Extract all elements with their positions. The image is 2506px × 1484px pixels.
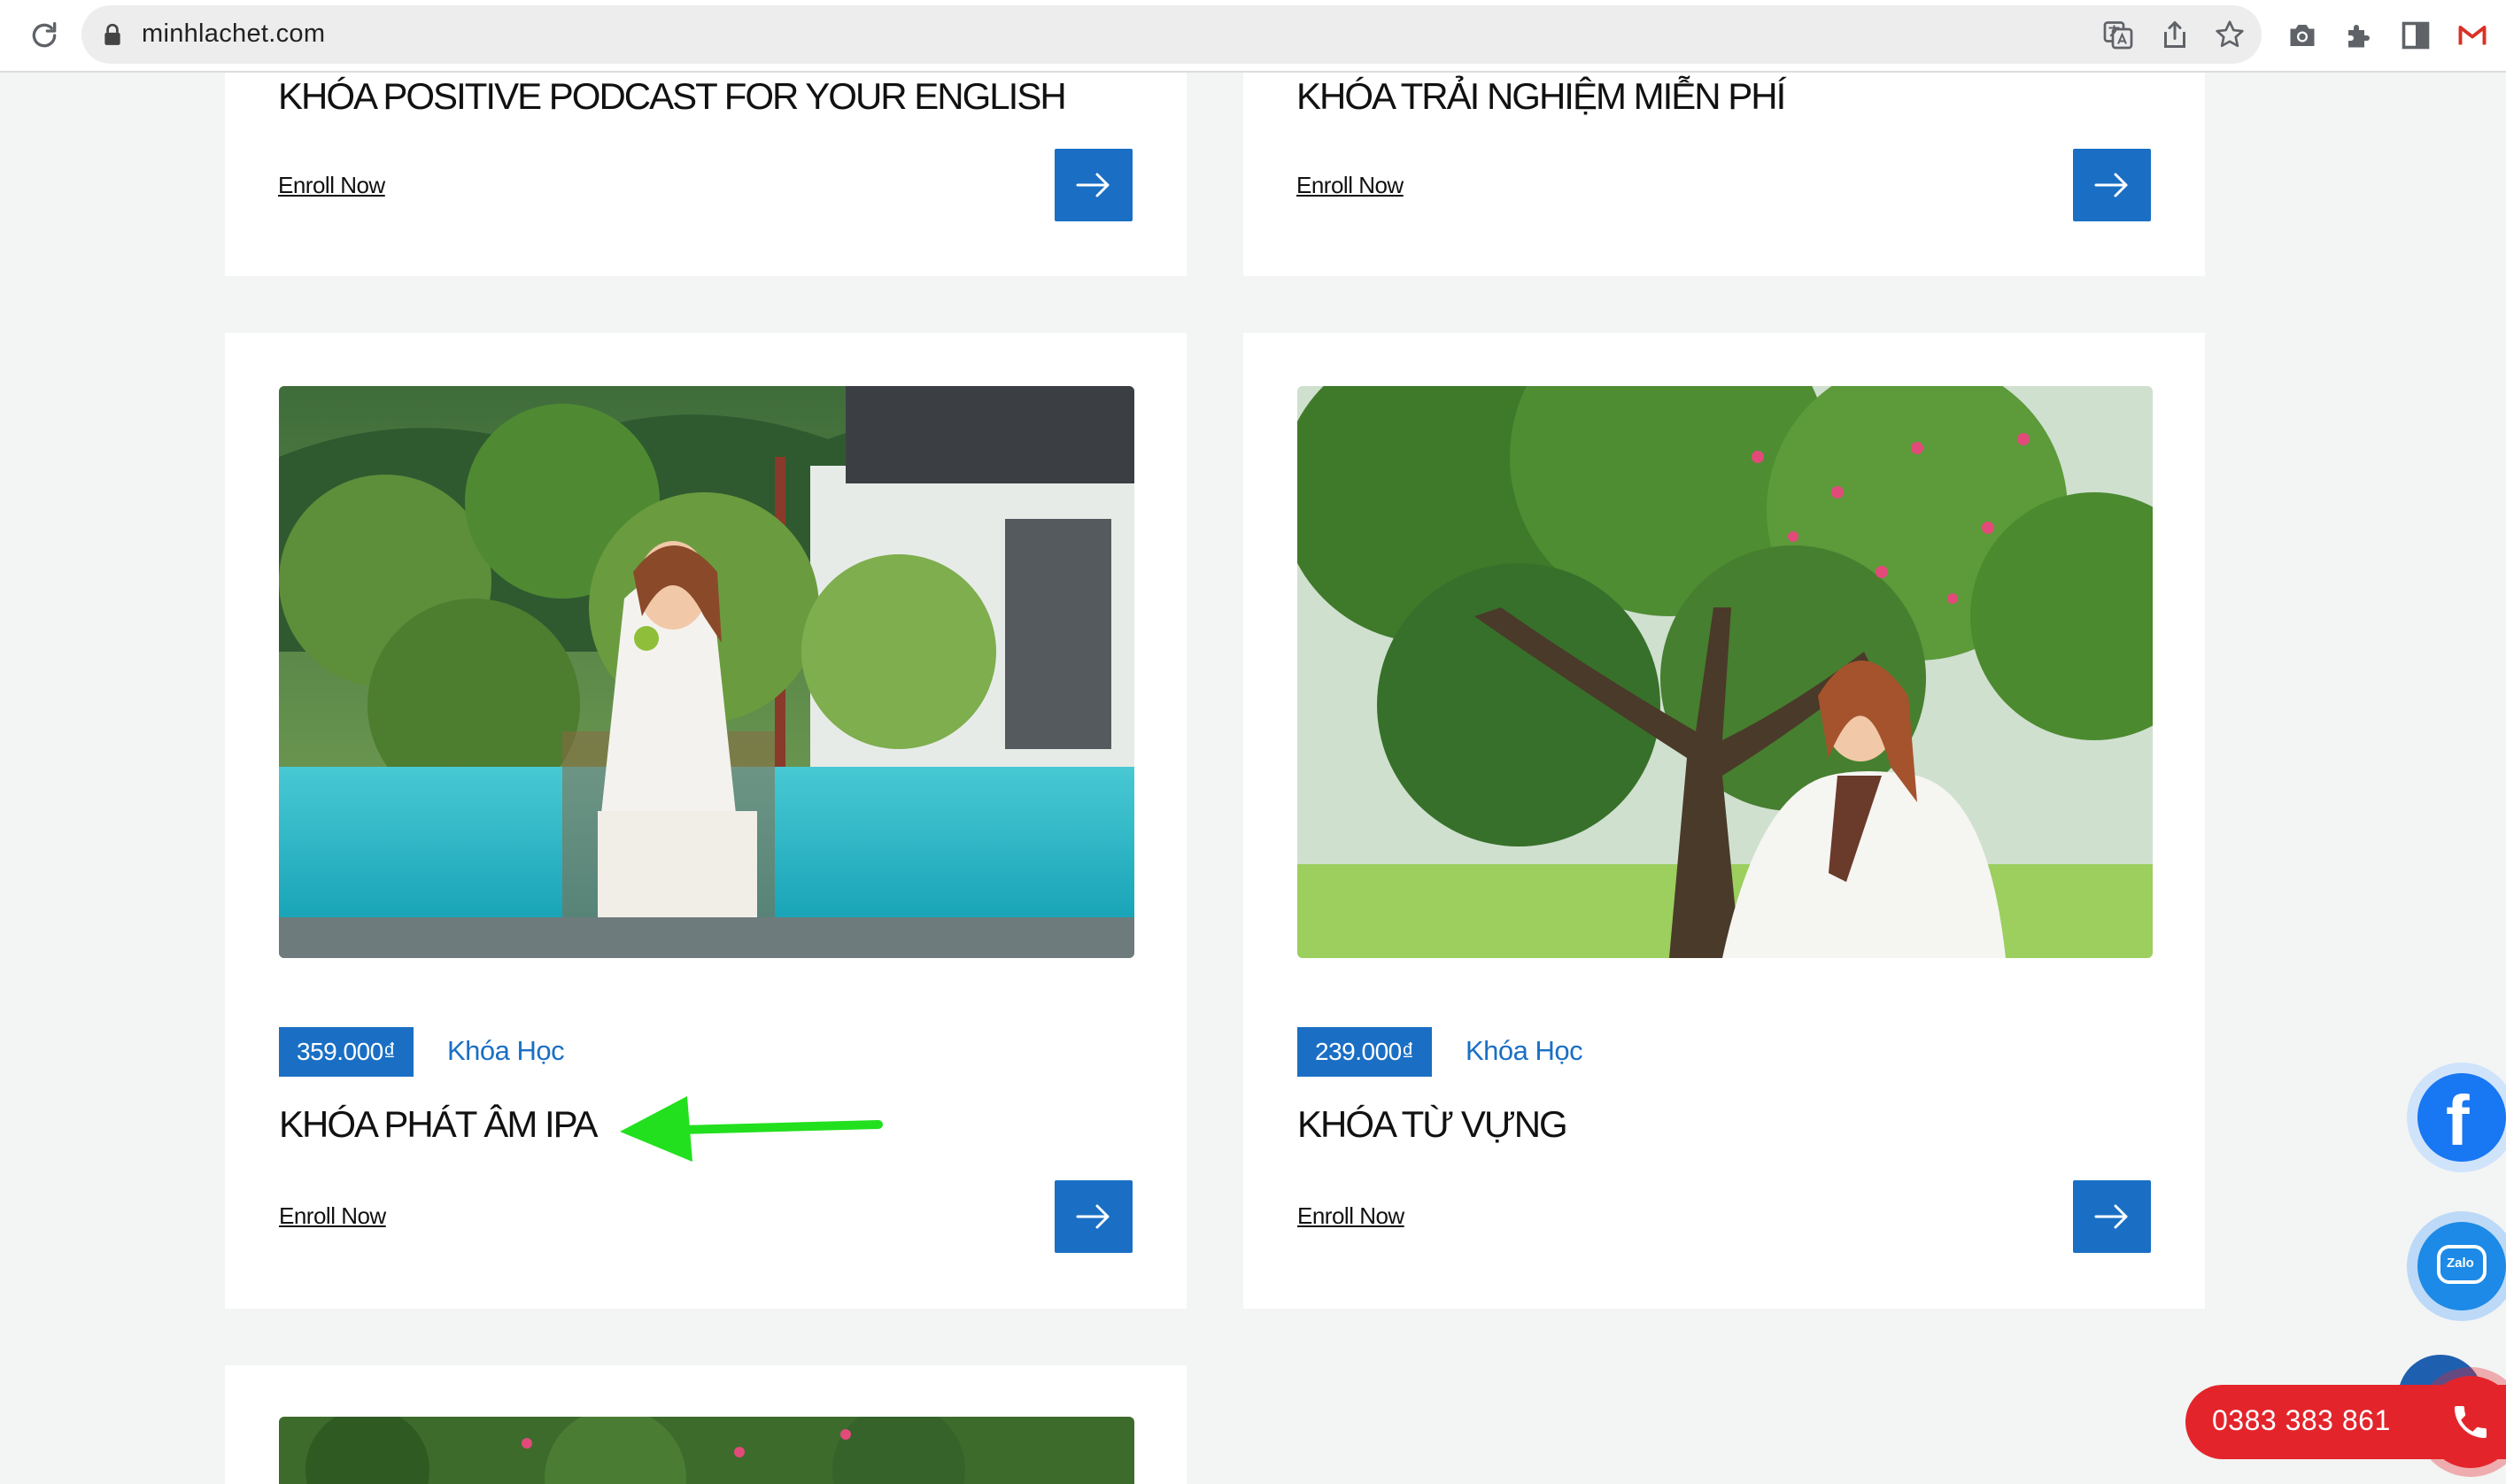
- course-photo[interactable]: [1297, 386, 2153, 958]
- course-title[interactable]: KHÓA TỪ VỰNG: [1297, 1103, 1568, 1146]
- course-photo[interactable]: [279, 386, 1134, 958]
- arrow-right-icon: [1076, 1204, 1110, 1229]
- course-title[interactable]: KHÓA PHÁT ÂM IPA: [279, 1103, 599, 1146]
- price-badge: 359.000₫: [279, 1027, 414, 1077]
- enroll-now-link[interactable]: Enroll Now: [278, 172, 385, 199]
- bookmark-star-icon[interactable]: [2214, 19, 2246, 50]
- category-link[interactable]: Khóa Học: [447, 1035, 565, 1067]
- enroll-arrow-button[interactable]: [2073, 1180, 2151, 1253]
- call-phone-button[interactable]: 0383 383 861: [2185, 1376, 2506, 1468]
- annotation-arrow-icon: [620, 1096, 883, 1162]
- course-photo[interactable]: [279, 1417, 1134, 1484]
- price-badge: 239.000₫: [1297, 1027, 1432, 1077]
- course-photo-illustration: [279, 386, 1134, 958]
- phone-icon: [2455, 1406, 2487, 1438]
- enroll-now-link[interactable]: Enroll Now: [1296, 172, 1404, 199]
- course-card: KHÓA TRẢI NGHIỆM MIỄN PHÍ Enroll Now: [1243, 73, 2205, 276]
- zalo-icon: Zalo: [2437, 1245, 2487, 1284]
- course-photo-illustration: [1297, 386, 2153, 958]
- enroll-arrow-button[interactable]: [1055, 1180, 1133, 1253]
- zalo-label: Zalo: [2447, 1256, 2474, 1271]
- course-title[interactable]: KHÓA POSITIVE PODCAST FOR YOUR ENGLISH: [278, 75, 1067, 118]
- address-bar[interactable]: minhlachet.com: [81, 5, 2262, 64]
- category-link[interactable]: Khóa Học: [1466, 1035, 1583, 1067]
- url-text[interactable]: minhlachet.com: [142, 19, 325, 49]
- gmail-icon[interactable]: [2456, 19, 2488, 51]
- course-card: KHÓA POSITIVE PODCAST FOR YOUR ENGLISH E…: [225, 73, 1187, 276]
- arrow-right-icon: [2094, 173, 2128, 197]
- arrow-right-icon: [2094, 1204, 2128, 1229]
- phone-icon-circle: [2425, 1376, 2506, 1468]
- phone-number: 0383 383 861: [2212, 1404, 2391, 1436]
- enroll-now-link[interactable]: Enroll Now: [279, 1202, 386, 1230]
- enroll-now-link[interactable]: Enroll Now: [1297, 1202, 1404, 1230]
- zalo-button[interactable]: Zalo: [2407, 1211, 2506, 1321]
- facebook-button[interactable]: f: [2407, 1063, 2506, 1172]
- share-icon[interactable]: [2159, 19, 2191, 50]
- arrow-right-icon: [1076, 173, 1110, 197]
- course-title[interactable]: KHÓA TRẢI NGHIỆM MIỄN PHÍ: [1296, 75, 1786, 118]
- reload-icon[interactable]: [27, 18, 62, 53]
- enroll-arrow-button[interactable]: [1055, 149, 1133, 221]
- lock-icon: [104, 23, 120, 45]
- browser-toolbar: minhlachet.com: [0, 0, 2506, 73]
- facebook-icon: f: [2446, 1081, 2470, 1160]
- course-card: 239.000₫ Khóa Học KHÓA TỪ VỰNG Enroll No…: [1243, 333, 2205, 1309]
- course-card: [225, 1365, 1187, 1484]
- camera-icon[interactable]: [2286, 19, 2318, 51]
- extensions-puzzle-icon[interactable]: [2343, 19, 2375, 51]
- enroll-arrow-button[interactable]: [2073, 149, 2151, 221]
- side-panel-icon[interactable]: [2400, 19, 2432, 51]
- translate-icon[interactable]: [2102, 19, 2134, 50]
- course-photo-illustration: [279, 1417, 1134, 1484]
